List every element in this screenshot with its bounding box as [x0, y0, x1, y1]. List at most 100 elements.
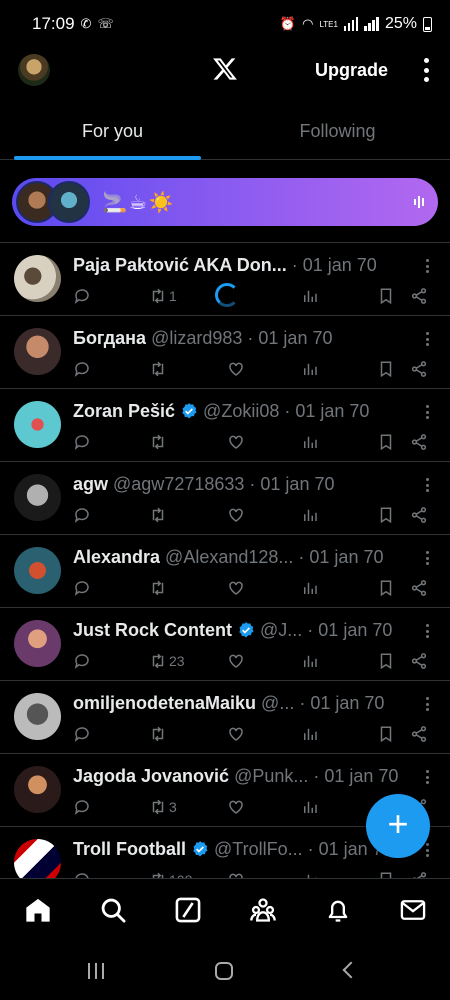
reply-icon[interactable]: [73, 650, 91, 672]
tweet-author-handle[interactable]: @Zokii08: [203, 401, 279, 422]
home-icon[interactable]: [24, 896, 52, 924]
tweet-more-icon[interactable]: [426, 405, 430, 419]
like-icon[interactable]: [227, 796, 245, 818]
retweet-icon[interactable]: 3: [149, 796, 177, 818]
tweet-more-icon[interactable]: [426, 770, 430, 784]
tweet-row[interactable]: Zoran Pešić @Zokii08 · 01 jan 70: [0, 389, 450, 462]
retweet-icon[interactable]: [149, 723, 167, 745]
bookmark-icon[interactable]: [377, 650, 395, 672]
tweet-date[interactable]: 01 jan 70: [295, 401, 369, 422]
tweet-author-avatar[interactable]: [14, 255, 61, 302]
tweet-author-handle[interactable]: @TrollFo...: [214, 839, 303, 860]
share-icon[interactable]: [410, 577, 428, 599]
tweet-author-name[interactable]: Alexandra: [73, 547, 160, 568]
tweet-author-handle[interactable]: @Alexand128...: [165, 547, 293, 568]
system-home-icon[interactable]: [215, 962, 233, 980]
reply-icon[interactable]: [73, 577, 91, 599]
retweet-icon[interactable]: 1: [149, 285, 177, 307]
reply-icon[interactable]: [73, 723, 91, 745]
tweet-author-handle[interactable]: @agw72718633: [113, 474, 244, 495]
tweet-date[interactable]: 01 jan 70: [318, 620, 392, 641]
tweet-date[interactable]: 01 jan 70: [324, 766, 398, 787]
tweet-row[interactable]: agw @agw72718633 · 01 jan 70: [0, 462, 450, 535]
like-icon[interactable]: [227, 723, 245, 745]
like-icon[interactable]: [227, 431, 245, 453]
tweet-author-avatar[interactable]: [14, 766, 61, 813]
share-icon[interactable]: [410, 504, 428, 526]
views-icon[interactable]: [301, 723, 319, 745]
bookmark-icon[interactable]: [377, 431, 395, 453]
tweet-author-name[interactable]: agw: [73, 474, 108, 495]
retweet-icon[interactable]: 23: [149, 650, 185, 672]
recent-apps-icon[interactable]: [88, 963, 104, 979]
like-icon[interactable]: [227, 504, 245, 526]
tweet-row[interactable]: Богдана @lizard983 · 01 jan 70: [0, 316, 450, 389]
retweet-icon[interactable]: [149, 504, 167, 526]
tweet-author-handle[interactable]: @Punk...: [234, 766, 308, 787]
tweet-more-icon[interactable]: [426, 843, 430, 857]
tweet-date[interactable]: 01 jan 70: [260, 474, 334, 495]
views-icon[interactable]: [301, 431, 319, 453]
reply-icon[interactable]: [73, 504, 91, 526]
tweet-row[interactable]: Paja Paktović AKA Don... · 01 jan 70 1: [0, 243, 450, 316]
share-icon[interactable]: [410, 723, 428, 745]
tweet-author-avatar[interactable]: [14, 547, 61, 594]
retweet-icon[interactable]: [149, 577, 167, 599]
tweet-more-icon[interactable]: [426, 332, 430, 346]
tab-following[interactable]: Following: [225, 104, 450, 159]
tweet-author-name[interactable]: Jagoda Jovanović: [73, 766, 229, 787]
views-icon[interactable]: [301, 577, 319, 599]
share-icon[interactable]: [410, 650, 428, 672]
tweet-author-avatar[interactable]: [14, 693, 61, 740]
more-options-icon[interactable]: [420, 58, 432, 82]
views-icon[interactable]: [301, 285, 319, 307]
bookmark-icon[interactable]: [377, 723, 395, 745]
grok-icon[interactable]: [174, 896, 202, 924]
retweet-icon[interactable]: [149, 431, 167, 453]
share-icon[interactable]: [410, 431, 428, 453]
profile-avatar[interactable]: [18, 54, 50, 86]
tweet-author-avatar[interactable]: [14, 474, 61, 521]
compose-button[interactable]: +: [366, 794, 430, 858]
views-icon[interactable]: [301, 504, 319, 526]
back-icon[interactable]: [342, 961, 360, 979]
tweet-more-icon[interactable]: [426, 624, 430, 638]
notifications-icon[interactable]: [324, 896, 352, 924]
reply-icon[interactable]: [73, 431, 91, 453]
tweet-author-name[interactable]: Paja Paktović AKA Don...: [73, 255, 287, 276]
reply-icon[interactable]: [73, 358, 91, 380]
like-icon[interactable]: [227, 358, 245, 380]
bookmark-icon[interactable]: [377, 504, 395, 526]
views-icon[interactable]: [301, 796, 319, 818]
tweet-author-name[interactable]: Zoran Pešić: [73, 401, 175, 422]
tweet-author-name[interactable]: Just Rock Content: [73, 620, 232, 641]
share-icon[interactable]: [410, 358, 428, 380]
bookmark-icon[interactable]: [377, 358, 395, 380]
tweet-author-handle[interactable]: @lizard983: [151, 328, 242, 349]
tweet-author-avatar[interactable]: [14, 328, 61, 375]
bookmark-icon[interactable]: [377, 577, 395, 599]
share-icon[interactable]: [410, 285, 428, 307]
tab-for-you[interactable]: For you: [0, 104, 225, 160]
like-icon[interactable]: [227, 650, 245, 672]
bookmark-icon[interactable]: [377, 285, 395, 307]
upgrade-button[interactable]: Upgrade: [315, 60, 388, 81]
tweet-date[interactable]: 01 jan 70: [258, 328, 332, 349]
tweet-author-avatar[interactable]: [14, 401, 61, 448]
views-icon[interactable]: [301, 650, 319, 672]
search-icon[interactable]: [99, 896, 127, 924]
tweet-date[interactable]: 01 jan 70: [310, 693, 384, 714]
tweet-row[interactable]: Alexandra @Alexand128... · 01 jan 70: [0, 535, 450, 608]
reply-icon[interactable]: [73, 796, 91, 818]
tweet-author-name[interactable]: omiljenodetenaMaiku: [73, 693, 256, 714]
tweet-author-avatar[interactable]: [14, 620, 61, 667]
tweet-more-icon[interactable]: [426, 697, 430, 711]
tweet-date[interactable]: 01 jan 70: [303, 255, 377, 276]
retweet-icon[interactable]: [149, 358, 167, 380]
live-spaces-bar[interactable]: 🚬☕☀️: [12, 178, 438, 226]
tweet-author-name[interactable]: Troll Football: [73, 839, 186, 860]
tweet-author-handle[interactable]: @...: [261, 693, 294, 714]
tweet-more-icon[interactable]: [426, 551, 430, 565]
tweet-author-handle[interactable]: @J...: [260, 620, 302, 641]
like-icon[interactable]: [227, 577, 245, 599]
